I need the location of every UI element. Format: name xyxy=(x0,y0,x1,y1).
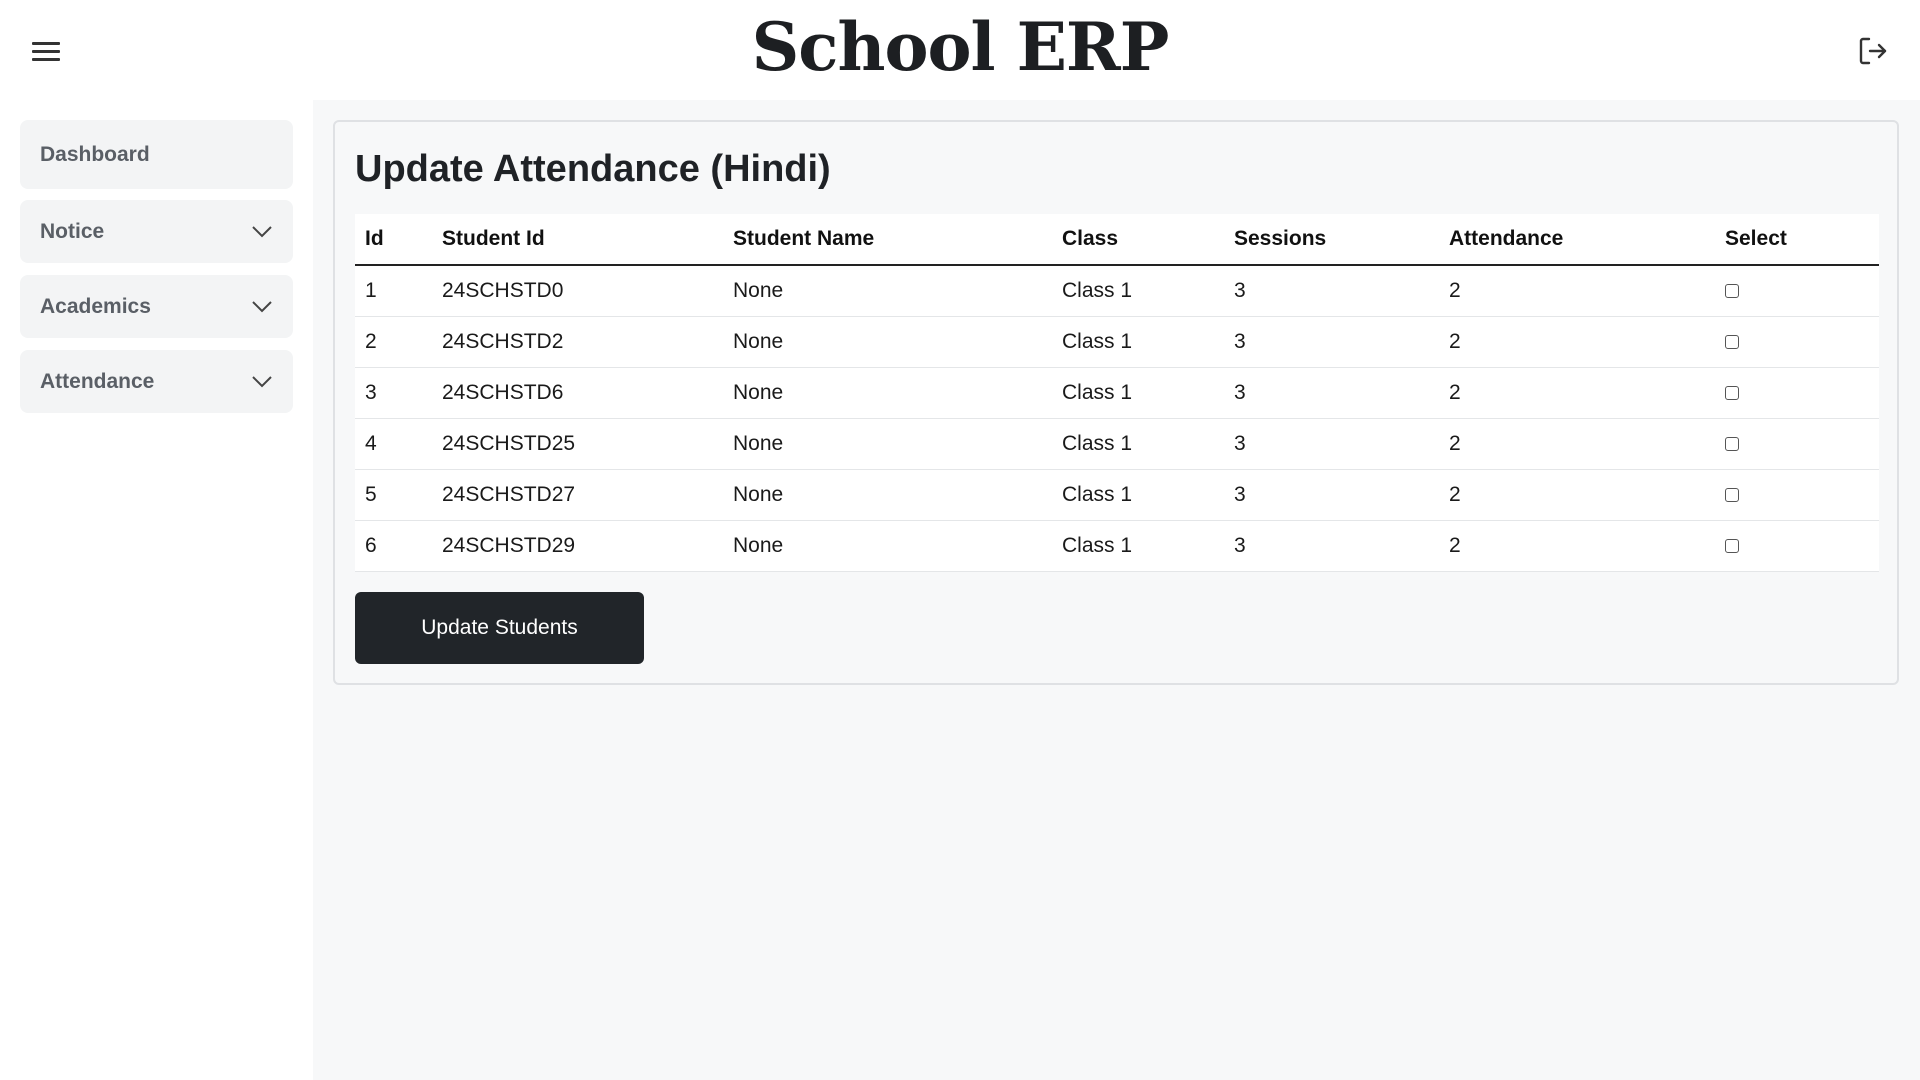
table-header-row: Id Student Id Student Name Class Session… xyxy=(355,214,1879,266)
column-header-sessions: Sessions xyxy=(1224,214,1439,266)
cell-student-id: 24SCHSTD2 xyxy=(432,316,723,368)
table-row: 2 24SCHSTD2 None Class 1 3 2 xyxy=(355,316,1879,368)
logout-icon[interactable] xyxy=(1856,34,1890,68)
sidebar-item-dashboard[interactable]: Dashboard xyxy=(20,120,293,189)
update-students-button[interactable]: Update Students xyxy=(355,592,644,664)
cell-id: 4 xyxy=(355,418,432,470)
cell-class: Class 1 xyxy=(1052,316,1224,368)
cell-select xyxy=(1715,316,1879,368)
cell-select xyxy=(1715,469,1879,521)
app-title: School ERP xyxy=(751,8,1170,86)
cell-student-id: 24SCHSTD27 xyxy=(432,469,723,521)
cell-student-name: None xyxy=(723,316,1052,368)
column-header-attendance: Attendance xyxy=(1439,214,1715,266)
table-row: 4 24SCHSTD25 None Class 1 3 2 xyxy=(355,418,1879,470)
cell-student-id: 24SCHSTD0 xyxy=(432,265,723,317)
column-header-student-name: Student Name xyxy=(723,214,1052,266)
page-title: Update Attendance (Hindi) xyxy=(355,148,831,190)
select-checkbox[interactable] xyxy=(1725,284,1739,299)
cell-sessions: 3 xyxy=(1224,418,1439,470)
select-checkbox[interactable] xyxy=(1725,334,1739,349)
sidebar-item-notice[interactable]: Notice xyxy=(20,200,293,263)
cell-id: 5 xyxy=(355,469,432,521)
cell-student-name: None xyxy=(723,265,1052,317)
cell-student-name: None xyxy=(723,418,1052,470)
sidebar-item-label: Academics xyxy=(40,294,151,318)
sidebar-item-label: Dashboard xyxy=(40,142,150,166)
cell-attendance: 2 xyxy=(1439,418,1715,470)
cell-sessions: 3 xyxy=(1224,520,1439,572)
select-checkbox[interactable] xyxy=(1725,436,1739,451)
attendance-table: Id Student Id Student Name Class Session… xyxy=(355,214,1879,572)
cell-select xyxy=(1715,418,1879,470)
table-row: 1 24SCHSTD0 None Class 1 3 2 xyxy=(355,265,1879,317)
chevron-down-icon xyxy=(252,225,272,237)
cell-attendance: 2 xyxy=(1439,469,1715,521)
sidebar-item-academics[interactable]: Academics xyxy=(20,275,293,338)
cell-attendance: 2 xyxy=(1439,265,1715,317)
sidebar-item-label: Notice xyxy=(40,219,105,243)
cell-sessions: 3 xyxy=(1224,367,1439,419)
cell-id: 3 xyxy=(355,367,432,419)
table-row: 6 24SCHSTD29 None Class 1 3 2 xyxy=(355,520,1879,572)
column-header-select: Select xyxy=(1715,214,1879,266)
cell-select xyxy=(1715,367,1879,419)
cell-class: Class 1 xyxy=(1052,520,1224,572)
table-row: 3 24SCHSTD6 None Class 1 3 2 xyxy=(355,367,1879,419)
cell-attendance: 2 xyxy=(1439,520,1715,572)
cell-select xyxy=(1715,265,1879,317)
select-checkbox[interactable] xyxy=(1725,385,1739,400)
cell-class: Class 1 xyxy=(1052,469,1224,521)
main-content: Update Attendance (Hindi) Id Student Id … xyxy=(313,100,1920,1080)
cell-select xyxy=(1715,520,1879,572)
cell-sessions: 3 xyxy=(1224,265,1439,317)
cell-class: Class 1 xyxy=(1052,265,1224,317)
sidebar: Dashboard Notice Academics Attendance xyxy=(0,100,313,1080)
cell-id: 2 xyxy=(355,316,432,368)
cell-student-name: None xyxy=(723,469,1052,521)
column-header-class: Class xyxy=(1052,214,1224,266)
cell-class: Class 1 xyxy=(1052,418,1224,470)
cell-student-id: 24SCHSTD6 xyxy=(432,367,723,419)
cell-sessions: 3 xyxy=(1224,469,1439,521)
cell-student-name: None xyxy=(723,367,1052,419)
cell-student-id: 24SCHSTD29 xyxy=(432,520,723,572)
attendance-card: Update Attendance (Hindi) Id Student Id … xyxy=(333,120,1899,685)
chevron-down-icon xyxy=(252,375,272,387)
sidebar-item-label: Attendance xyxy=(40,369,155,393)
select-checkbox[interactable] xyxy=(1725,487,1739,502)
cell-id: 1 xyxy=(355,265,432,317)
cell-student-id: 24SCHSTD25 xyxy=(432,418,723,470)
cell-sessions: 3 xyxy=(1224,316,1439,368)
cell-class: Class 1 xyxy=(1052,367,1224,419)
column-header-id: Id xyxy=(355,214,432,266)
sidebar-item-attendance[interactable]: Attendance xyxy=(20,350,293,413)
chevron-down-icon xyxy=(252,300,272,312)
top-header: School ERP xyxy=(0,0,1920,100)
cell-student-name: None xyxy=(723,520,1052,572)
column-header-student-id: Student Id xyxy=(432,214,723,266)
table-row: 5 24SCHSTD27 None Class 1 3 2 xyxy=(355,469,1879,521)
cell-id: 6 xyxy=(355,520,432,572)
cell-attendance: 2 xyxy=(1439,316,1715,368)
select-checkbox[interactable] xyxy=(1725,538,1739,553)
cell-attendance: 2 xyxy=(1439,367,1715,419)
